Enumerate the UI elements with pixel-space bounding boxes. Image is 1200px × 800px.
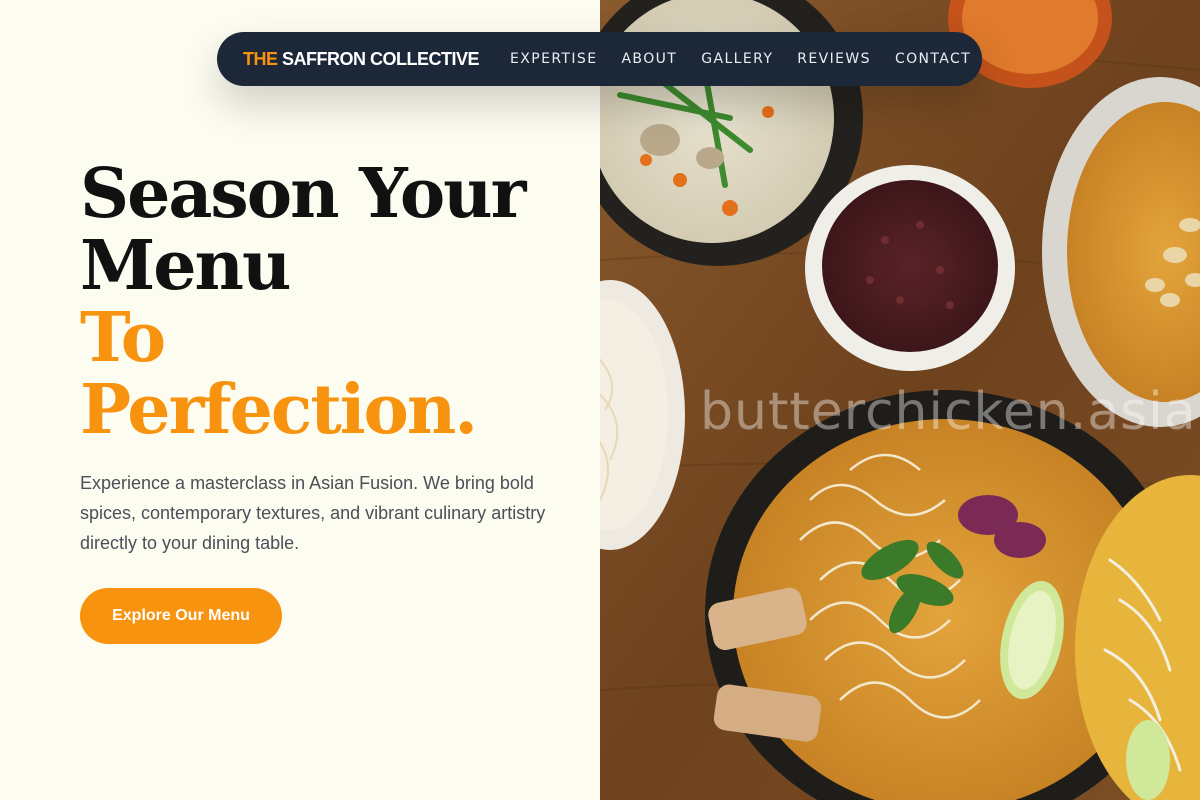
hero-food-photo: butterchicken.asia [600,0,1200,800]
brand-logo[interactable]: THE SAFFRON COLLECTIVE [243,49,479,70]
top-nav-bar: THE SAFFRON COLLECTIVE EXPERTISE ABOUT G… [217,32,982,86]
nav-link-about[interactable]: ABOUT [621,51,677,67]
hero-description: Experience a masterclass in Asian Fusion… [80,473,546,553]
hero-left-panel: Season Your Menu To Perfection. Experien… [0,0,600,800]
photo-watermark: butterchicken.asia [700,382,1197,442]
nav-link-reviews[interactable]: REVIEWS [797,51,871,67]
nav-links: EXPERTISE ABOUT GALLERY REVIEWS CONTACT [510,51,971,67]
hero-title-line-2: Menu [80,226,291,306]
hero-title-line-3: To [80,298,166,378]
nav-link-contact[interactable]: CONTACT [895,51,971,67]
nav-link-expertise[interactable]: EXPERTISE [510,51,597,67]
hero-title-line-1: Season Your [80,154,526,234]
hero-title: Season Your Menu To Perfection. [80,154,526,450]
brand-accent-text: THE [243,48,278,69]
nav-link-gallery[interactable]: GALLERY [701,51,773,67]
hero-title-line-4: Perfection. [80,370,478,450]
explore-menu-button[interactable]: Explore Our Menu [80,588,282,644]
brand-name-text: SAFFRON COLLECTIVE [277,48,479,69]
